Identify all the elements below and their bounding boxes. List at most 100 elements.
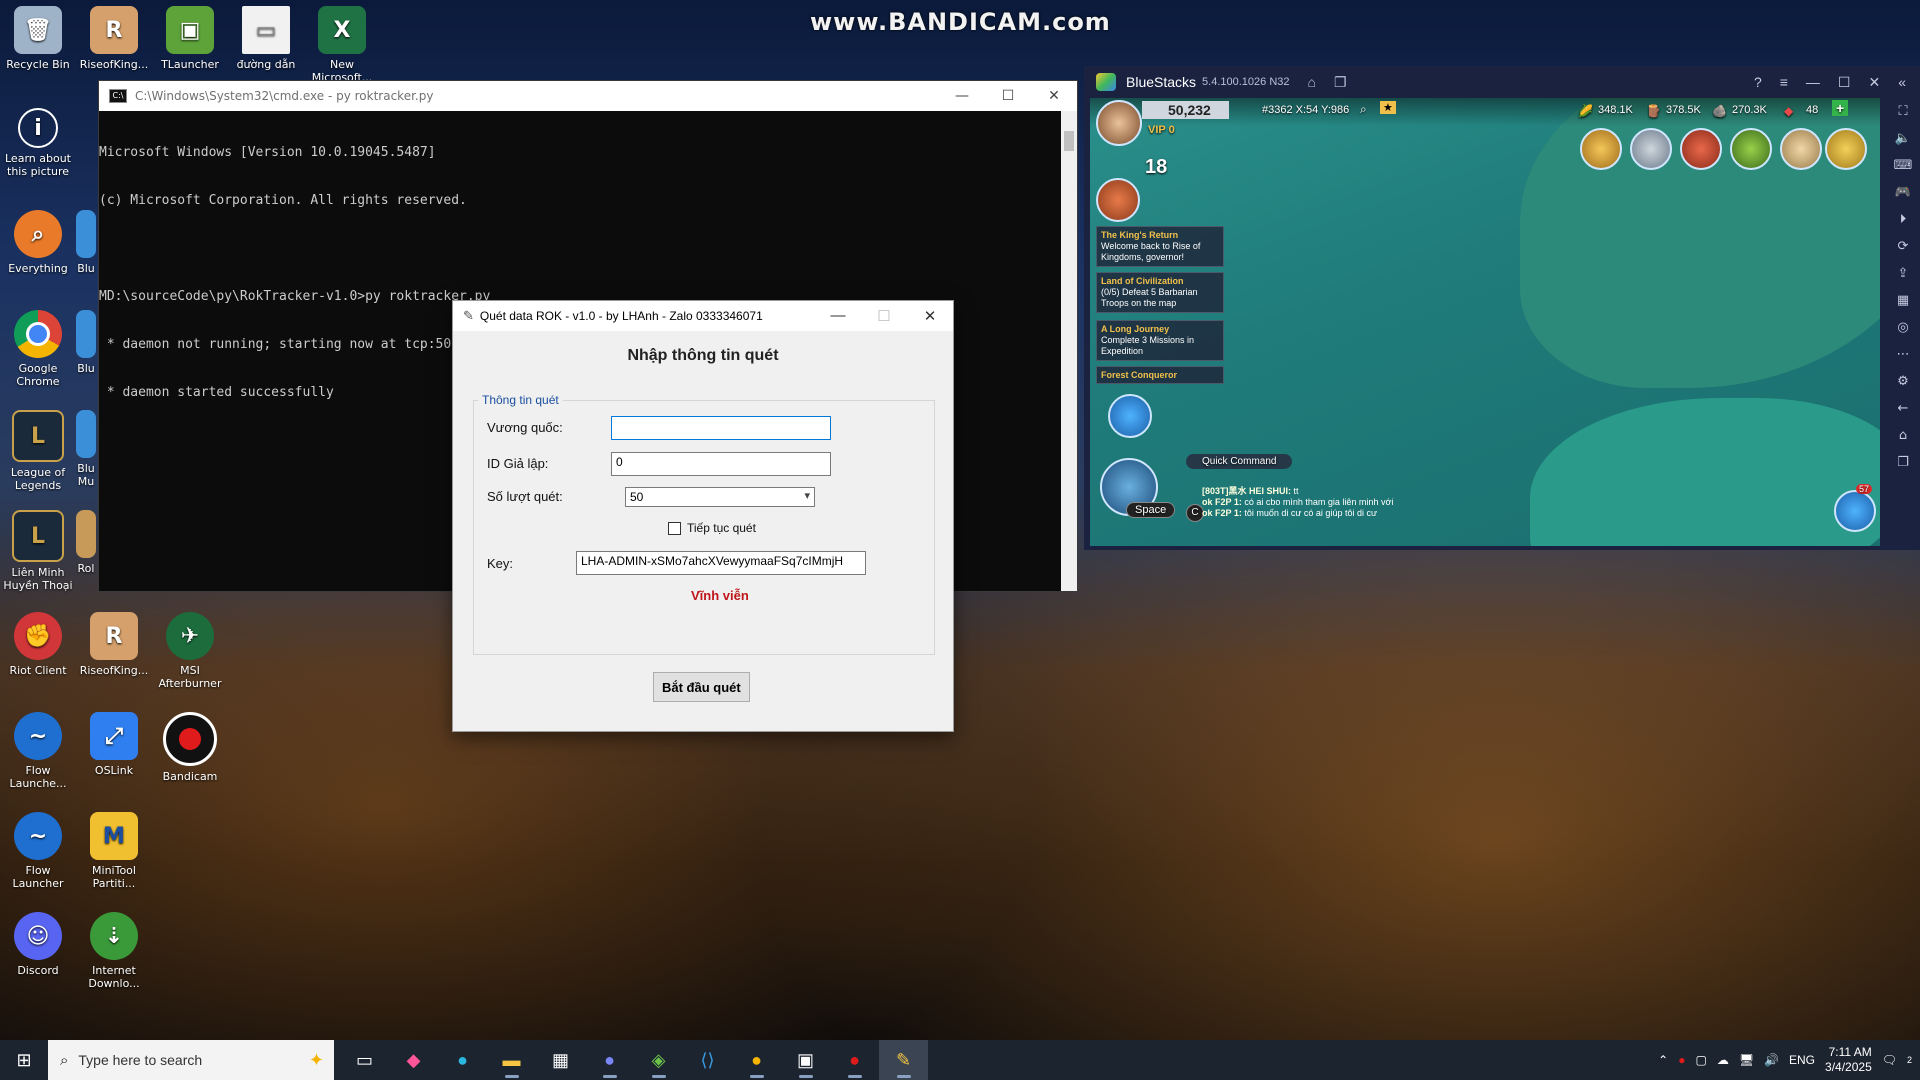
emulator-id-input[interactable]: 0 <box>611 452 831 476</box>
recent-apps-icon[interactable]: ❐ <box>1897 455 1909 470</box>
bookmark-star-icon[interactable]: ★ <box>1380 101 1396 114</box>
scan-dialog[interactable]: ✎ Quét data ROK - v1.0 - by LHAnh - Zalo… <box>452 300 954 732</box>
cmd-titlebar[interactable]: C:\ C:\Windows\System32\cmd.exe - py rok… <box>99 81 1077 111</box>
dialog-titlebar[interactable]: ✎ Quét data ROK - v1.0 - by LHAnh - Zalo… <box>453 301 953 331</box>
coords-display[interactable]: #3362 X:54 Y:986 <box>1262 104 1349 116</box>
campaign-icon[interactable] <box>1096 178 1140 222</box>
close-icon[interactable]: ✕ <box>1031 88 1077 104</box>
desktop-icon-lien-minh[interactable]: L Liên Minh Huyền Thoại <box>0 510 76 592</box>
multi-instance-icon[interactable]: ❐ <box>1334 74 1347 91</box>
desktop-icon-learn-picture[interactable]: i Learn about this picture <box>0 108 76 178</box>
vip-badge[interactable]: VIP 0 <box>1148 124 1175 136</box>
bluestacks-window[interactable]: BlueStacks 5.4.100.1026 N32 ⌂ ❐ ? ≡ — ☐ … <box>1084 66 1920 550</box>
clock[interactable]: 7:11 AM 3/4/2025 <box>1825 1045 1872 1075</box>
desktop-icon-rol[interactable]: Rol <box>76 510 96 575</box>
building-icon[interactable] <box>1630 128 1672 170</box>
desktop-icon-bandicam[interactable]: Bandicam <box>152 712 228 783</box>
desktop-icon-recycle-bin[interactable]: 🗑 Recycle Bin <box>0 6 76 71</box>
key-input[interactable]: LHA-ADMIN-xSMo7ahcXVewyymaaFSq7cIMmjH <box>576 551 866 575</box>
quest-item[interactable]: The King's Return Welcome back to Rise o… <box>1096 226 1224 267</box>
chrome-icon[interactable]: ● <box>732 1040 781 1080</box>
more-icon[interactable]: ⋯ <box>1897 347 1910 362</box>
desktop-icon-bluestacks[interactable]: Blu <box>76 210 96 275</box>
reward-icon[interactable] <box>1730 128 1772 170</box>
desktop-icon-league[interactable]: L League of Legends <box>0 410 76 492</box>
desktop-icon-tlauncher[interactable]: ▣ TLauncher <box>152 6 228 71</box>
bandicam-icon[interactable]: ● <box>830 1040 879 1080</box>
add-gems-button[interactable]: + <box>1832 100 1849 116</box>
settings-icon[interactable]: ⚙ <box>1897 374 1909 389</box>
bluestacks-icon[interactable]: ◈ <box>634 1040 683 1080</box>
space-key-hint[interactable]: Space <box>1126 502 1176 518</box>
help-icon[interactable]: ? <box>1754 74 1762 91</box>
edge-icon[interactable]: ● <box>438 1040 487 1080</box>
home-icon[interactable]: ⌂ <box>1899 428 1907 443</box>
desktop-icon-oslink[interactable]: ⤢ OSLink <box>76 712 152 777</box>
desktop-icon-minitool[interactable]: M MiniTool Partiti... <box>76 812 152 890</box>
macro-icon[interactable]: ⏵ <box>1900 212 1907 227</box>
scroll-thumb[interactable] <box>1064 131 1074 151</box>
quest-item[interactable]: Forest Conqueror <box>1096 366 1224 384</box>
bandicam-tray-icon[interactable]: ● <box>1678 1053 1685 1067</box>
zoom-map-icon[interactable] <box>1108 394 1152 438</box>
desktop-icon-bluestacks-multi[interactable]: Blu Mu <box>76 410 96 488</box>
microsoft-store-icon[interactable]: ▦ <box>536 1040 585 1080</box>
notification-icon[interactable]: 🗨 <box>1882 1053 1897 1067</box>
chat-preview[interactable]: [803T]黑水 HEI SHUI: tt ok F2P 1: có ai cb… <box>1202 486 1393 519</box>
search-map-icon[interactable]: ⌕ <box>1360 102 1367 117</box>
desktop-icon-idm[interactable]: ⇣ Internet Downlo... <box>76 912 152 990</box>
desktop-icon-duong-dan[interactable]: ▭ đường dẫn <box>228 6 304 71</box>
bluestacks-titlebar[interactable]: BlueStacks 5.4.100.1026 N32 ⌂ ❐ ? ≡ — ☐ … <box>1084 66 1920 98</box>
minimize-icon[interactable]: — <box>815 307 861 325</box>
kingdom-input[interactable] <box>611 416 831 440</box>
quick-command-button[interactable]: Quick Command <box>1186 454 1293 469</box>
minimize-icon[interactable]: — <box>939 88 985 104</box>
governor-avatar[interactable] <box>1096 100 1142 146</box>
language-indicator[interactable]: ENG <box>1789 1053 1815 1067</box>
volume-icon[interactable]: 🔊 <box>1764 1053 1779 1067</box>
desktop-icon-flow-launcher-1[interactable]: ~ Flow Launche... <box>0 712 76 790</box>
minimize-icon[interactable]: — <box>1806 74 1820 91</box>
rotate-icon[interactable]: ⟳ <box>1898 239 1909 254</box>
maximize-icon[interactable]: ☐ <box>1838 74 1851 91</box>
collapse-sidebar-icon[interactable]: « <box>1898 74 1906 91</box>
screenshot-icon[interactable]: ◎ <box>1897 320 1908 335</box>
back-icon[interactable]: ← <box>1898 401 1909 416</box>
python-app-icon[interactable]: ✎ <box>879 1040 928 1080</box>
onedrive-icon[interactable]: ☁ <box>1717 1053 1729 1067</box>
desktop-icon-everything[interactable]: ⌕ Everything <box>0 210 76 275</box>
maximize-icon[interactable]: ☐ <box>985 88 1031 104</box>
home-icon[interactable]: ⌂ <box>1308 74 1316 90</box>
desktop-icon-riseofkingdoms-2[interactable]: R RiseofKing... <box>76 612 152 677</box>
power-display[interactable]: 50,232 <box>1142 101 1229 119</box>
taskbar-search[interactable]: ⌕ Type here to search ✦ <box>48 1040 334 1080</box>
menu-icon[interactable]: ≡ <box>1780 74 1788 91</box>
terminal-icon[interactable]: ▣ <box>781 1040 830 1080</box>
desktop-icon-bluestacks-2[interactable]: Blu <box>76 310 96 375</box>
show-hidden-icons-icon[interactable]: ⌃ <box>1658 1053 1668 1067</box>
desktop-icon-riseofkingdoms[interactable]: R RiseofKing... <box>76 6 152 71</box>
game-screen[interactable]: 50,232 #3362 X:54 Y:986 ⌕ ★ VIP 0 18 🌽 3… <box>1090 98 1880 546</box>
cmd-scrollbar[interactable] <box>1061 111 1077 591</box>
close-icon[interactable]: ✕ <box>907 307 953 325</box>
copilot-icon[interactable]: ◆ <box>389 1040 438 1080</box>
quest-item[interactable]: Land of Civilization (0/5) Defeat 5 Barb… <box>1096 272 1224 313</box>
scan-count-select[interactable]: 50 ▾ <box>625 487 815 507</box>
desktop-icon-riot-client[interactable]: ✊ Riot Client <box>0 612 76 677</box>
vscode-icon[interactable]: ⟨⟩ <box>683 1040 732 1080</box>
desktop-icon-chrome[interactable]: Google Chrome <box>0 310 76 388</box>
menu-list-icon[interactable] <box>1834 490 1876 532</box>
fps-icon[interactable]: ▦ <box>1897 293 1909 308</box>
discord-icon[interactable]: ● <box>585 1040 634 1080</box>
desktop-icon-discord[interactable]: ☺ Discord <box>0 912 76 977</box>
start-scan-button[interactable]: Bắt đầu quét <box>653 672 750 702</box>
keyboard-icon[interactable]: ⌨ <box>1894 158 1913 173</box>
event-icon[interactable] <box>1580 128 1622 170</box>
scroll-icon[interactable] <box>1780 128 1822 170</box>
offer-icon[interactable] <box>1680 128 1722 170</box>
windows-start-icon[interactable]: ⊞ <box>0 1040 48 1080</box>
quest-item[interactable]: A Long Journey Complete 3 Missions in Ex… <box>1096 320 1224 361</box>
install-apk-icon[interactable]: ⇪ <box>1898 266 1909 281</box>
file-explorer-icon[interactable]: ▬ <box>487 1040 536 1080</box>
desktop-icon-new-excel[interactable]: X New Microsoft... <box>304 6 380 84</box>
